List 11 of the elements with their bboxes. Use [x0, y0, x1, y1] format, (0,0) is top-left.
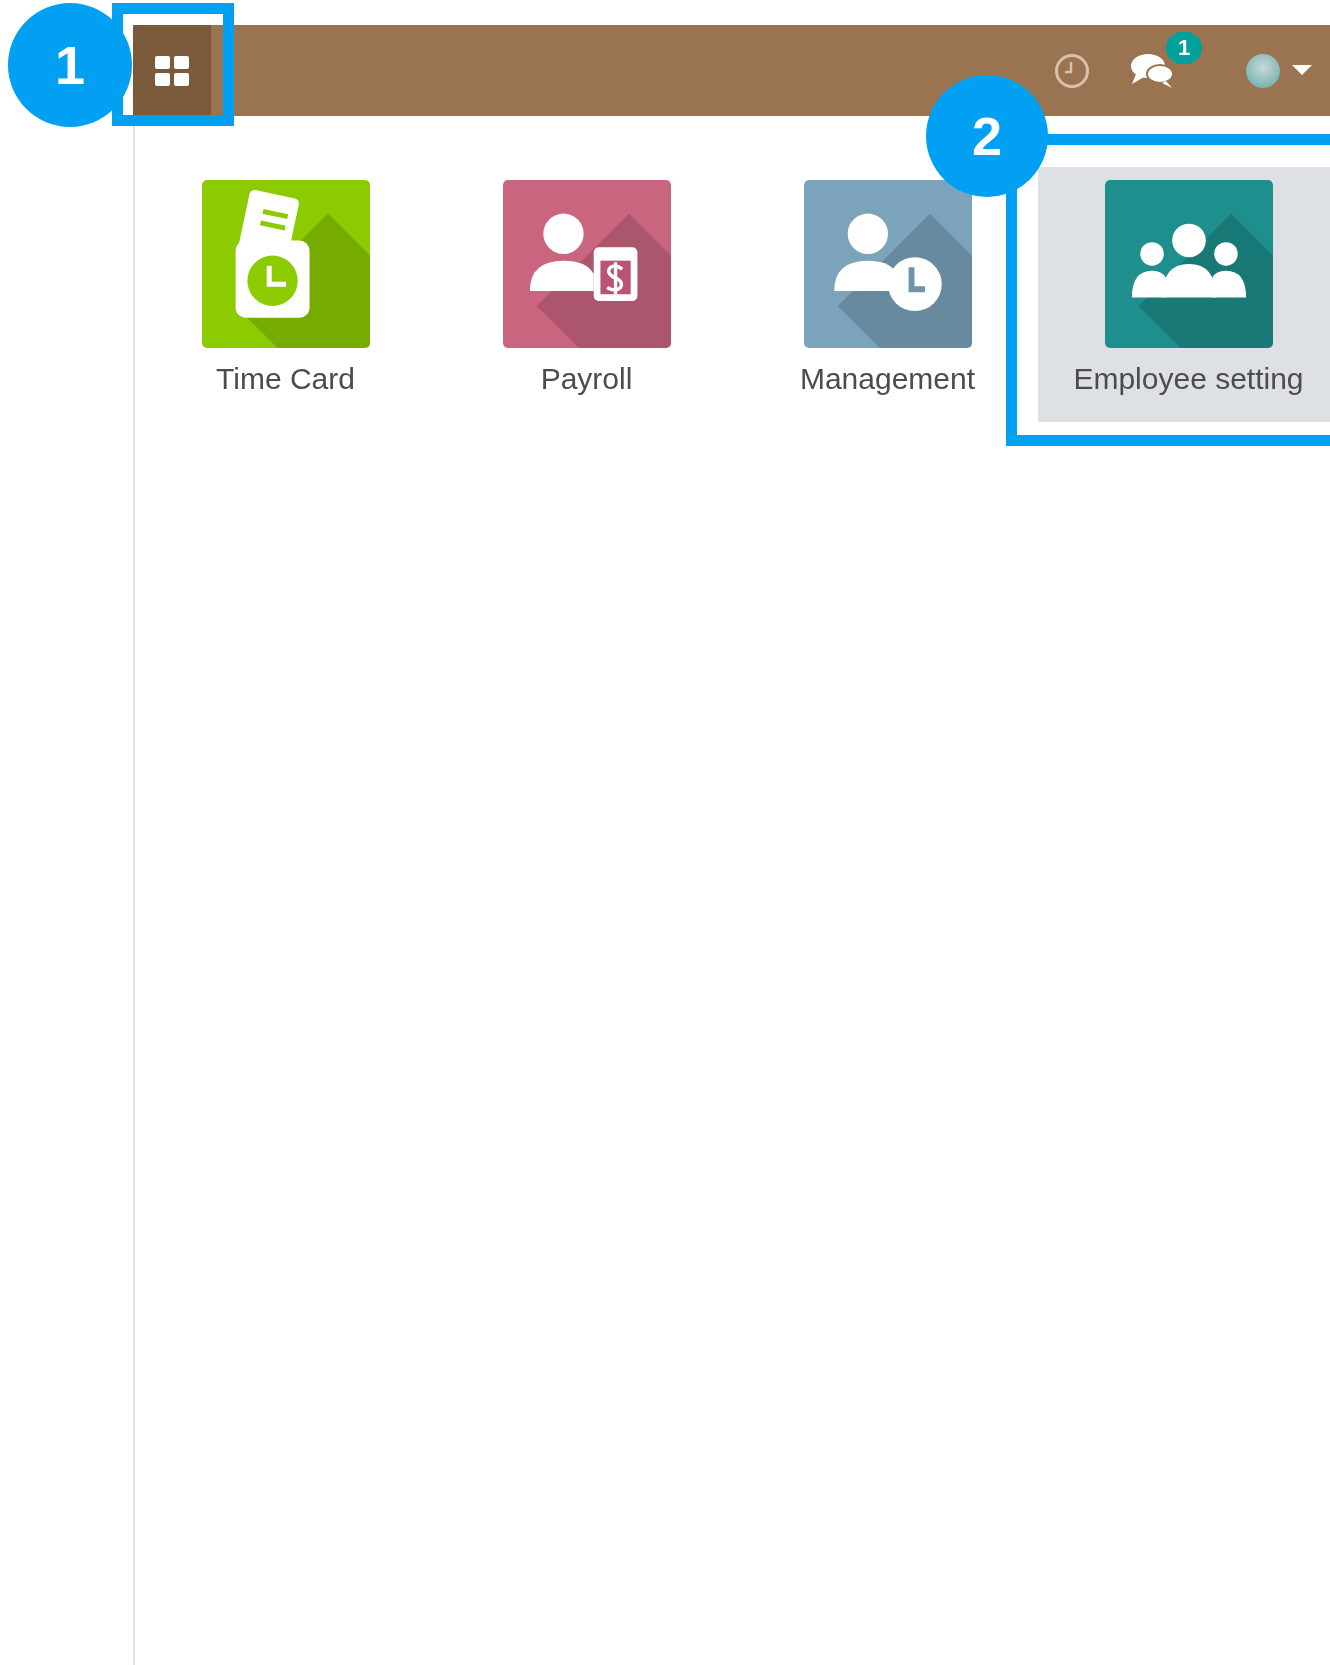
grid-icon [155, 55, 189, 86]
caret-icon[interactable] [1292, 64, 1312, 77]
user-avatar[interactable] [1246, 53, 1280, 88]
app-tile[interactable]: Payroll [436, 167, 737, 422]
chat-icon[interactable] [1130, 51, 1174, 90]
app-tile[interactable]: Time Card [135, 167, 436, 422]
clock-icon[interactable] [1054, 52, 1090, 89]
callout-marker: 1 [8, 3, 132, 127]
app-tile[interactable]: Employee setting [1038, 167, 1330, 422]
notification-badge: 1 [1166, 31, 1203, 64]
apps-menu-button[interactable] [133, 25, 211, 116]
